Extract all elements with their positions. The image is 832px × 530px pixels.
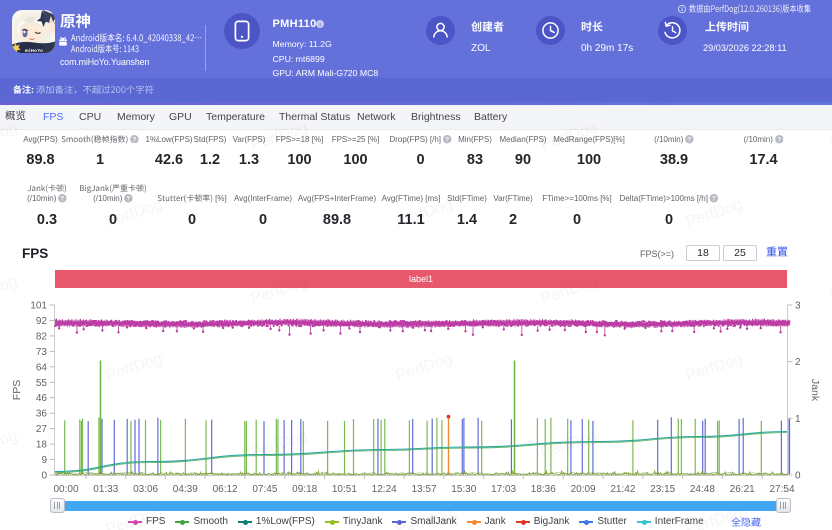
svg-text:18: 18: [36, 440, 48, 451]
svg-text:?: ?: [133, 136, 137, 143]
svg-text:0: 0: [795, 471, 801, 482]
svg-text:18:36: 18:36: [531, 484, 556, 495]
svg-text:24:48: 24:48: [690, 484, 715, 495]
svg-text:15:30: 15:30: [451, 484, 476, 495]
svg-text:13:57: 13:57: [411, 484, 436, 495]
svg-text:?: ?: [777, 137, 781, 144]
svg-text:00:00: 00:00: [53, 484, 78, 495]
svg-text:FPS: FPS: [11, 380, 23, 400]
svg-text:?: ?: [61, 196, 65, 203]
svg-text:10:51: 10:51: [332, 484, 357, 495]
svg-text:20:09: 20:09: [571, 484, 596, 495]
svg-text:1: 1: [795, 414, 801, 425]
svg-text:27: 27: [36, 424, 48, 435]
svg-text:03:06: 03:06: [133, 484, 158, 495]
svg-text:46: 46: [36, 393, 48, 404]
svg-text:?: ?: [688, 137, 692, 144]
svg-text:36: 36: [36, 409, 48, 420]
svg-text:3: 3: [795, 301, 801, 312]
svg-text:26:21: 26:21: [730, 484, 755, 495]
svg-text:17:03: 17:03: [491, 484, 516, 495]
svg-text:23:15: 23:15: [650, 484, 675, 495]
svg-text:101: 101: [30, 301, 47, 312]
svg-text:?: ?: [127, 196, 131, 203]
svg-text:07:45: 07:45: [252, 484, 277, 495]
svg-text:0: 0: [41, 471, 47, 482]
svg-text:21:42: 21:42: [610, 484, 635, 495]
svg-text:01:33: 01:33: [93, 484, 118, 495]
svg-text:73: 73: [36, 347, 48, 358]
svg-text:12:24: 12:24: [372, 484, 397, 495]
svg-text:64: 64: [36, 362, 48, 373]
svg-text:82: 82: [36, 331, 48, 342]
svg-text:92: 92: [36, 316, 48, 327]
svg-text:55: 55: [36, 378, 48, 389]
svg-text:miHoYo: miHoYo: [25, 48, 43, 53]
svg-text:06:12: 06:12: [213, 484, 238, 495]
svg-text:2: 2: [795, 357, 801, 368]
svg-text:Jank: Jank: [809, 379, 821, 402]
svg-text:?: ?: [445, 137, 449, 144]
svg-text:9: 9: [41, 455, 47, 466]
svg-text:?: ?: [712, 196, 716, 203]
svg-text:27:54: 27:54: [769, 484, 794, 495]
svg-text:04:39: 04:39: [173, 484, 198, 495]
svg-text:09:18: 09:18: [292, 484, 317, 495]
